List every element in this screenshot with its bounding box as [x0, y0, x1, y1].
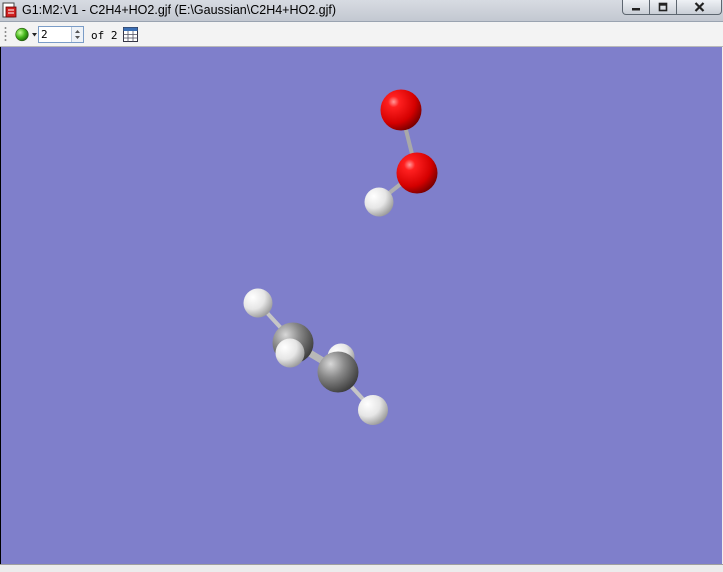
spin-arrows[interactable]	[71, 27, 83, 42]
molecule-viewport[interactable]	[1, 47, 722, 564]
atom-c-right[interactable]	[317, 351, 359, 393]
maximize-button[interactable]	[649, 0, 677, 15]
green-ball-icon	[15, 27, 29, 42]
spin-up-icon[interactable]	[75, 30, 80, 33]
title-bar: G1:M2:V1 - C2H4+HO2.gjf (E:\Gaussian\C2H…	[0, 0, 723, 22]
maximize-icon	[658, 2, 668, 12]
model-number-spinbox[interactable]: 2	[38, 26, 84, 43]
spreadsheet-icon[interactable]	[123, 27, 138, 42]
minimize-button[interactable]	[622, 0, 650, 15]
close-button[interactable]	[676, 0, 722, 15]
atom-h-front-left[interactable]	[275, 338, 305, 368]
spin-down-icon[interactable]	[75, 36, 80, 39]
close-icon	[694, 2, 704, 12]
model-number-value[interactable]: 2	[41, 27, 48, 42]
atom-h-upper-left[interactable]	[243, 288, 273, 318]
model-count-label: of 2	[91, 29, 118, 42]
model-selector-button[interactable]	[12, 26, 40, 43]
atom-o-middle[interactable]	[396, 152, 438, 194]
chevron-down-icon	[32, 33, 37, 37]
atom-h-lower-right[interactable]	[358, 395, 388, 425]
atom-h-hydroxyl[interactable]	[364, 187, 394, 217]
atom-o-top[interactable]	[380, 89, 422, 131]
window-title: G1:M2:V1 - C2H4+HO2.gjf (E:\Gaussian\C2H…	[22, 3, 337, 17]
gaussview-document-icon[interactable]	[2, 2, 18, 18]
minimize-icon	[632, 8, 640, 11]
toolbar-grip[interactable]	[4, 26, 7, 42]
molecule-view[interactable]	[1, 47, 722, 564]
model-toolbar: 2 of 2	[0, 22, 723, 47]
